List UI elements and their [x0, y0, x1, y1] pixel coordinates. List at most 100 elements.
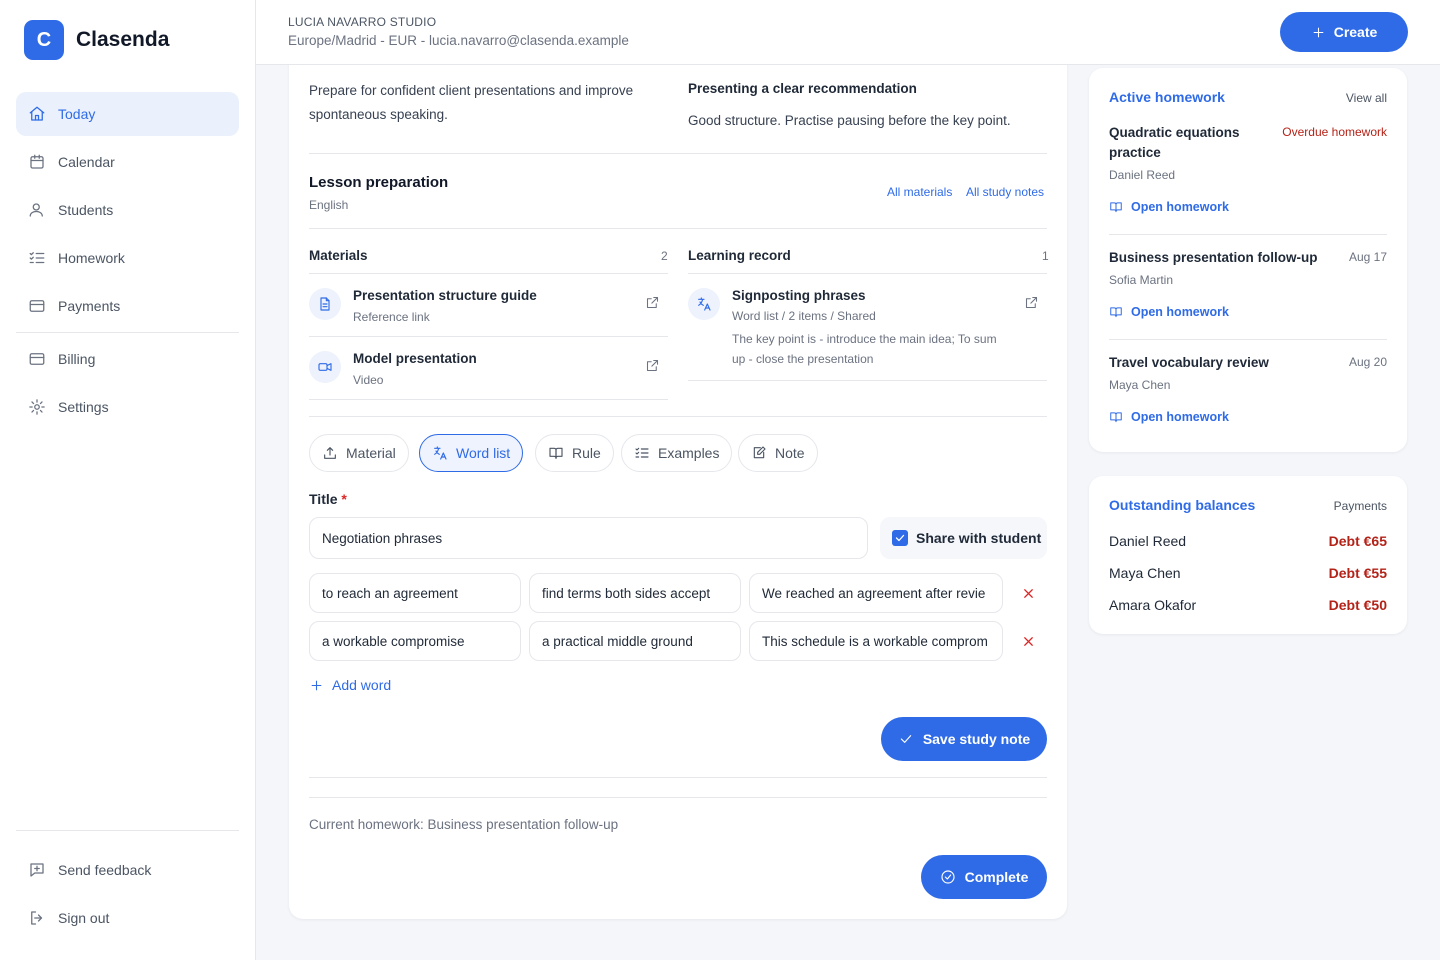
feedback-icon — [30, 863, 44, 877]
top-bar: LUCIA NAVARRO STUDIO Europe/Madrid - EUR… — [256, 0, 1440, 65]
all-study-notes-link[interactable]: All study notes — [966, 185, 1044, 199]
record-meta: Word list / 2 items / Shared — [732, 309, 876, 323]
check-icon — [900, 735, 912, 743]
homework-title[interactable]: Travel vocabulary review — [1109, 353, 1329, 373]
balance-amount: Debt €55 — [1328, 565, 1387, 581]
external-link-icon[interactable] — [645, 358, 660, 373]
nav-item-sign-out[interactable]: Sign out — [16, 896, 239, 940]
translate-icon — [434, 446, 447, 460]
nav-item-payments[interactable]: Payments — [16, 284, 239, 328]
save-study-note-button[interactable]: Save study note — [881, 717, 1047, 761]
record-preview: The key point is - introduce the main id… — [732, 332, 997, 366]
book-icon — [549, 447, 563, 459]
material-title[interactable]: Model presentation — [353, 351, 477, 366]
previous-lesson-title: Presenting a clear recommendation — [688, 81, 917, 96]
nav-label: Billing — [58, 351, 96, 367]
book-icon — [1110, 202, 1122, 213]
homework-student: Maya Chen — [1109, 378, 1171, 392]
save-label: Save study note — [922, 731, 1031, 747]
learning-record-count: 1 — [1042, 249, 1049, 263]
word-term-input[interactable] — [309, 573, 521, 613]
nav-label: Sign out — [58, 910, 110, 926]
lesson-preparation-subject: English — [309, 198, 349, 212]
nav-item-students[interactable]: Students — [16, 188, 239, 232]
balance-amount: Debt €50 — [1328, 597, 1387, 613]
edit-note-icon — [753, 446, 766, 459]
current-homework: Current homework: Business presentation … — [309, 817, 619, 832]
view-all-link[interactable]: View all — [1346, 91, 1387, 105]
nav-label: Homework — [58, 250, 125, 266]
previous-lesson-note: Good structure. Practise pausing before … — [688, 113, 1011, 128]
gear-icon — [29, 399, 45, 415]
nav-label: Settings — [58, 399, 109, 415]
document-icon — [309, 288, 341, 320]
homework-title[interactable]: Business presentation follow-up — [1109, 248, 1329, 268]
book-icon — [1110, 307, 1122, 318]
divider — [309, 416, 1047, 417]
share-label: Share with student — [916, 530, 1042, 546]
create-button[interactable]: Create — [1280, 12, 1408, 52]
close-icon — [1024, 589, 1033, 598]
studio-name: LUCIA NAVARRO STUDIO — [288, 15, 437, 29]
word-meaning-input[interactable] — [529, 573, 741, 613]
word-term-input[interactable] — [309, 621, 521, 661]
share-with-student-toggle[interactable]: Share with student — [880, 517, 1047, 559]
all-materials-link[interactable]: All materials — [887, 185, 952, 199]
chip-note[interactable]: Note — [738, 434, 818, 472]
calendar-icon — [30, 154, 44, 169]
divider — [688, 380, 1047, 381]
share-checkbox[interactable] — [892, 530, 908, 546]
book-icon — [1110, 412, 1122, 423]
goal-text: Prepare for confident client presentatio… — [309, 83, 634, 122]
word-example-input[interactable] — [749, 621, 1003, 661]
chip-label: Word list — [456, 445, 511, 461]
chip-rule[interactable]: Rule — [535, 434, 614, 472]
divider — [309, 797, 1047, 798]
chip-word-list[interactable]: Word list — [419, 434, 524, 472]
card-icon — [29, 300, 45, 312]
external-link-icon[interactable] — [1024, 295, 1039, 310]
material-title[interactable]: Presentation structure guide — [353, 288, 537, 303]
divider — [309, 153, 1047, 154]
remove-word-button[interactable] — [1021, 634, 1036, 649]
complete-button[interactable]: Complete — [921, 855, 1047, 899]
materials-heading: Materials — [309, 248, 368, 263]
chip-material[interactable]: Material — [309, 434, 409, 472]
remove-word-button[interactable] — [1021, 586, 1036, 601]
chip-examples[interactable]: Examples — [621, 434, 733, 472]
upload-icon — [324, 447, 336, 459]
open-homework-link[interactable]: Open homework — [1109, 410, 1229, 424]
homework-student: Daniel Reed — [1109, 168, 1176, 182]
check-circle-icon — [941, 870, 955, 884]
external-link-icon[interactable] — [645, 295, 660, 310]
open-homework-link[interactable]: Open homework — [1109, 200, 1229, 214]
active-homework-card: Active homework View all Quadratic equat… — [1089, 68, 1407, 452]
add-word-label: Add word — [332, 677, 392, 693]
title-input[interactable] — [309, 517, 868, 559]
open-homework-label: Open homework — [1131, 305, 1229, 319]
nav-item-calendar[interactable]: Calendar — [16, 140, 239, 184]
word-meaning-input[interactable] — [529, 621, 741, 661]
add-word-button[interactable]: Add word — [309, 677, 391, 693]
plus-icon — [311, 680, 322, 690]
open-homework-link[interactable]: Open homework — [1109, 305, 1229, 319]
payments-link[interactable]: Payments — [1334, 499, 1387, 513]
divider — [1109, 339, 1387, 340]
divider — [309, 399, 668, 400]
homework-title[interactable]: Quadratic equations practice — [1109, 123, 1269, 163]
learning-record-heading: Learning record — [688, 248, 791, 263]
record-title[interactable]: Signposting phrases — [732, 288, 866, 303]
nav-item-billing[interactable]: Billing — [16, 337, 239, 381]
word-example-input[interactable] — [749, 573, 1003, 613]
brand-logo: C — [24, 20, 64, 60]
chip-label: Note — [775, 445, 805, 461]
brand-name: Clasenda — [76, 28, 170, 51]
nav-item-homework[interactable]: Homework — [16, 236, 239, 280]
nav-label: Students — [58, 202, 114, 218]
nav-item-settings[interactable]: Settings — [16, 385, 239, 429]
chip-label: Material — [346, 445, 396, 461]
brand[interactable]: C Clasenda — [24, 20, 169, 60]
checklist-icon — [29, 252, 45, 264]
nav-item-today[interactable]: Today — [16, 92, 239, 136]
nav-item-send-feedback[interactable]: Send feedback — [16, 848, 239, 892]
